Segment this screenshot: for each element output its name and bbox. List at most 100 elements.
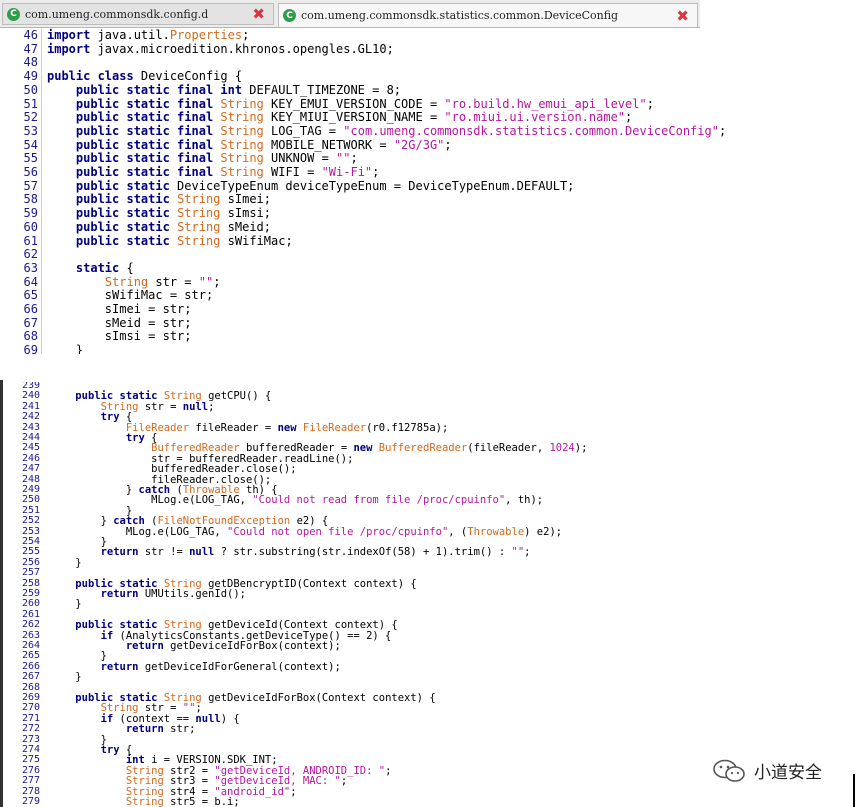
code-token: public static final [75, 123, 214, 138]
line-number: 267 [21, 671, 40, 683]
close-x-icon[interactable]: ✖ [252, 5, 265, 23]
code-line: public static final String UNKNOW = ""; [47, 151, 358, 165]
line-number: 274 [21, 744, 40, 755]
code-token: ; [290, 785, 297, 798]
code-line: sWifiMac = str; [47, 288, 213, 302]
line-number: 257 [21, 567, 40, 579]
wechat-icon [713, 759, 745, 782]
code-token: return [100, 546, 139, 559]
code-token: public static final [75, 165, 214, 179]
code-token: KEY_EMUI_VERSION_CODE = [263, 96, 445, 111]
line-number: 277 [21, 775, 40, 787]
code-token: String [220, 123, 264, 138]
code-line: MLog.e(LOG_TAG, "Could not open file /pr… [50, 526, 562, 538]
line-number: 246 [21, 452, 40, 464]
line-number: 55 [23, 151, 38, 166]
code-token: str != [138, 546, 190, 559]
code-token: str5 = b.i; [163, 796, 240, 807]
watermark: 小道安全 [712, 758, 822, 783]
line-number: 264 [21, 640, 40, 651]
code-token: , ( [448, 525, 468, 538]
code-token: (fileReader, [467, 442, 550, 455]
code-token: getDeviceIdForBox(context); [163, 640, 341, 652]
code-token: return [125, 723, 164, 736]
class-c-icon: C [7, 7, 20, 21]
code-token: 1024 [549, 442, 575, 455]
line-number: 249 [21, 484, 40, 495]
code-line: public static String sWifiMac; [47, 234, 293, 248]
watermark-text: 小道安全 [754, 763, 822, 783]
edge-bar [853, 774, 855, 807]
code-line: public static DeviceTypeEnum deviceTypeE… [47, 179, 575, 193]
editor-tab-bar: C com.umeng.commonsdk.config.d ✖ C com.u… [0, 0, 700, 28]
line-number: 251 [21, 504, 40, 516]
code-token: ? str.substring(str.indexOf(58) + 1).tri… [214, 546, 512, 559]
line-number: 58 [23, 192, 38, 207]
code-line: public static String sImsi; [47, 206, 271, 220]
code-token: str; [163, 723, 196, 736]
code-token: (r0.f12785a); [366, 421, 449, 434]
code-token: sWifiMac = str; [47, 288, 214, 303]
code-token: public static [75, 206, 170, 221]
code-token: ) { [220, 712, 240, 725]
line-number: 53 [23, 123, 38, 138]
line-number: 245 [21, 442, 40, 454]
code-token: "" [198, 274, 214, 289]
code-token: null [195, 712, 221, 725]
close-x-icon[interactable]: ✖ [676, 7, 689, 25]
code-token: String [177, 219, 221, 234]
code-editor-top[interactable]: 46 import java.util.Properties; 47 import j… [0, 28, 865, 354]
code-token: ; [646, 96, 654, 111]
tab-deviceconfig[interactable]: C com.umeng.commonsdk.statistics.common.… [278, 3, 698, 27]
code-token: return [125, 640, 164, 652]
line-number: 256 [21, 556, 40, 568]
code-token: null [189, 546, 215, 559]
line-number: 278 [21, 785, 40, 797]
tab-config-d[interactable]: C com.umeng.commonsdk.config.d ✖ [2, 3, 274, 25]
code-line: return str != null ? str.substring(str.i… [50, 546, 531, 558]
code-token: ); [574, 442, 588, 455]
code-token: WIFI = [263, 165, 322, 179]
code-editor-bottom[interactable]: 239 240 public static String getCPU() {24… [0, 382, 865, 807]
line-number: 54 [23, 137, 38, 152]
line-number: 259 [21, 588, 40, 599]
line-number: 250 [21, 494, 40, 506]
code-token: java.util. [90, 28, 170, 42]
code-token: new [277, 421, 297, 434]
code-token: String [177, 233, 221, 248]
code-line: public static final String MOBILE_NETWOR… [47, 138, 452, 152]
line-number: 268 [21, 681, 40, 693]
code-line: String str5 = b.i; [50, 796, 240, 807]
tab-label: com.umeng.commonsdk.statistics.common.De… [301, 9, 619, 22]
line-number: 265 [21, 650, 40, 662]
line-number: 65 [23, 288, 38, 303]
code-token: javax.microedition.khronos.opengles.GL10… [90, 41, 394, 56]
line-number: 243 [21, 421, 40, 433]
code-token: BufferedReader [378, 442, 468, 455]
line-number: 242 [21, 411, 40, 423]
code-token: sMeid; [220, 219, 271, 234]
code-token: "com.umeng.commonsdk.statistics.common.D… [343, 123, 719, 138]
code-token: } [50, 598, 82, 611]
code-line: public static final String LOG_TAG = "co… [47, 124, 726, 138]
code-token: ) e2); [524, 525, 563, 538]
line-number: 255 [21, 546, 40, 558]
line-number: 64 [23, 274, 38, 289]
code-line: public static final String KEY_EMUI_VERS… [47, 97, 654, 111]
panel-separator [0, 354, 865, 384]
line-number: 244 [21, 432, 40, 443]
code-token: } [50, 556, 82, 569]
code-line: sMeid = str; [47, 316, 192, 330]
code-token: Properties [169, 28, 243, 42]
line-number: 60 [23, 219, 38, 234]
code-token: ; [208, 400, 215, 413]
